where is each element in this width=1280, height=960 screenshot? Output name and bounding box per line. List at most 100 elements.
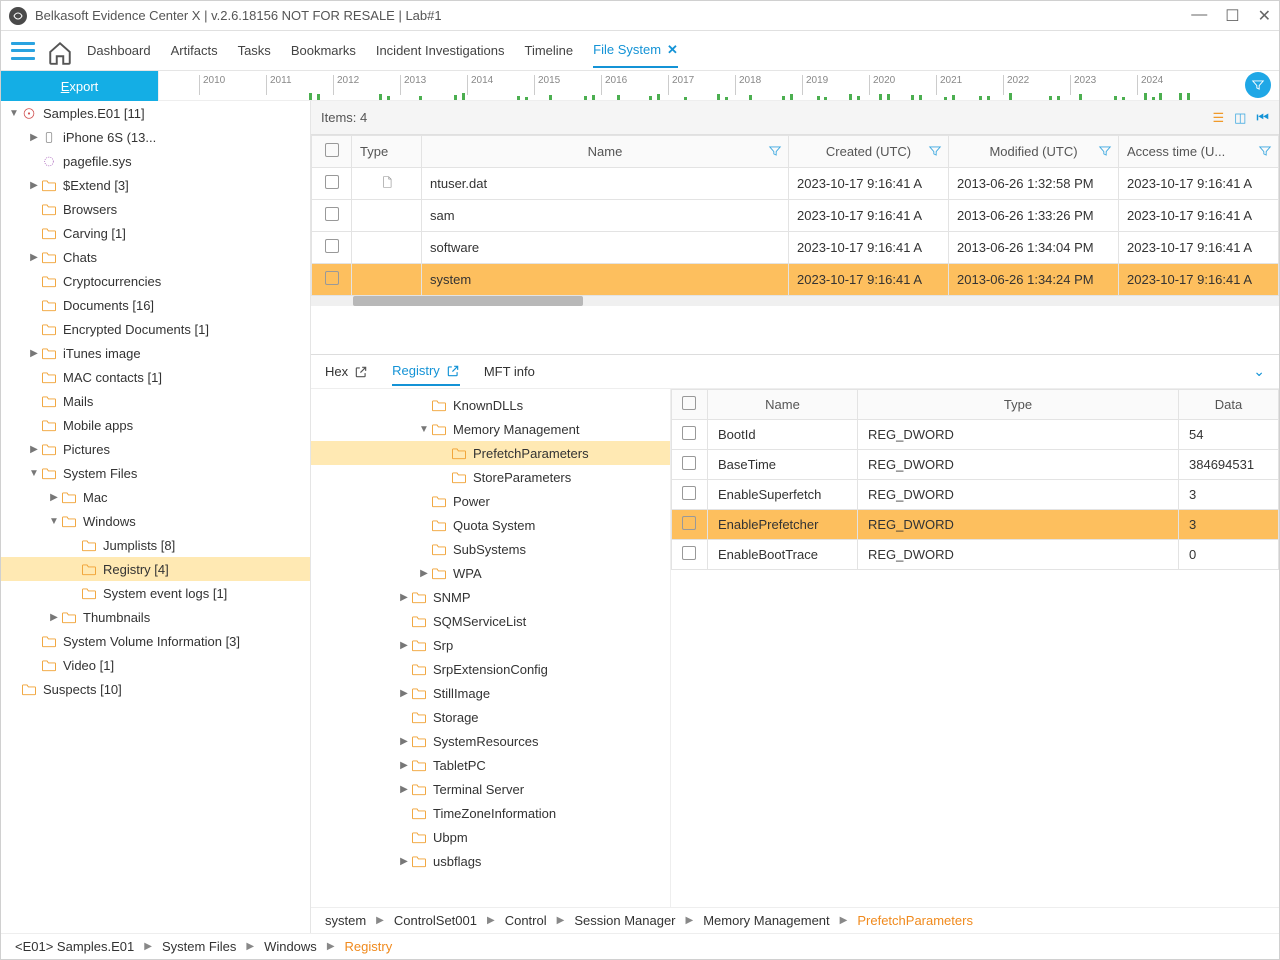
collapse-panel-icon[interactable]: ⏮ (1256, 109, 1269, 126)
tree-svi[interactable]: System Volume Information [3] (1, 629, 310, 653)
tree-browsers[interactable]: Browsers (1, 197, 310, 221)
home-icon[interactable] (47, 40, 73, 62)
tree-mails[interactable]: Mails (1, 389, 310, 413)
reg-subsys[interactable]: SubSystems (311, 537, 670, 561)
tree-itunesimg[interactable]: ▶iTunes image (1, 341, 310, 365)
tree-mobile[interactable]: Mobile apps (1, 413, 310, 437)
registry-tree[interactable]: KnownDLLs▼Memory ManagementPrefetchParam… (311, 389, 671, 907)
breadcrumb-item[interactable]: ControlSet001 (394, 913, 477, 928)
row-checkbox[interactable] (325, 239, 339, 253)
maximize-button[interactable]: ☐ (1225, 6, 1239, 26)
col-modified[interactable]: Modified (UTC) (949, 136, 1119, 168)
file-row[interactable]: software2023-10-17 9:16:41 A2013-06-26 1… (312, 232, 1279, 264)
timeline-chart[interactable]: 2010201120122013201420152016201720182019… (158, 71, 1237, 100)
breadcrumb-item[interactable]: Windows (264, 939, 317, 954)
tree-crypto[interactable]: Cryptocurrencies (1, 269, 310, 293)
export-button[interactable]: Export (1, 71, 158, 101)
tree-chats[interactable]: ▶Chats (1, 245, 310, 269)
reg-value-row[interactable]: BaseTimeREG_DWORD384694531 (672, 450, 1279, 480)
reg-storage[interactable]: Storage (311, 705, 670, 729)
reg-memmgmt[interactable]: ▼Memory Management (311, 417, 670, 441)
reg-snmp[interactable]: ▶SNMP (311, 585, 670, 609)
reg-usbflags[interactable]: ▶usbflags (311, 849, 670, 873)
registry-values-grid[interactable]: NameTypeDataBootIdREG_DWORD54BaseTimeREG… (671, 389, 1279, 570)
col-type[interactable]: Type (858, 390, 1179, 420)
row-checkbox[interactable] (325, 175, 339, 189)
row-checkbox[interactable] (682, 426, 696, 440)
reg-wpa[interactable]: ▶WPA (311, 561, 670, 585)
detail-tab-registry[interactable]: Registry (392, 357, 460, 386)
panel-view-icon[interactable]: ◫ (1234, 110, 1246, 126)
filter-icon[interactable] (1258, 144, 1272, 161)
minimize-button[interactable]: — (1191, 6, 1207, 26)
tab-filesystem[interactable]: File System✕ (593, 34, 678, 68)
row-checkbox[interactable] (682, 486, 696, 500)
reg-value-row[interactable]: BootIdREG_DWORD54 (672, 420, 1279, 450)
reg-value-row[interactable]: EnableSuperfetchREG_DWORD3 (672, 480, 1279, 510)
row-checkbox[interactable] (682, 516, 696, 530)
breadcrumb-item[interactable]: Control (505, 913, 547, 928)
tree-mac2[interactable]: ▶Mac (1, 485, 310, 509)
tab-dashboard[interactable]: Dashboard (87, 35, 151, 66)
tab-artifacts[interactable]: Artifacts (171, 35, 218, 66)
reg-value-row[interactable]: EnableBootTraceREG_DWORD0 (672, 540, 1279, 570)
tree-windows[interactable]: ▼Windows (1, 509, 310, 533)
tree-itunes[interactable]: ▶ iPhone 6S (13... (1, 125, 310, 149)
file-row[interactable]: system2023-10-17 9:16:41 A2013-06-26 1:3… (312, 264, 1279, 296)
reg-srpext[interactable]: SrpExtensionConfig (311, 657, 670, 681)
tree-sysfiles[interactable]: ▼System Files (1, 461, 310, 485)
list-view-icon[interactable]: ☰ (1212, 110, 1224, 126)
tree-carving[interactable]: Carving [1] (1, 221, 310, 245)
tree-documents[interactable]: Documents [16] (1, 293, 310, 317)
select-all-checkbox[interactable] (325, 143, 339, 157)
filter-button[interactable] (1245, 72, 1271, 98)
expand-detail-icon[interactable]: ⌄ (1253, 363, 1265, 380)
folder-tree[interactable]: ▼ Samples.E01 [11]▶ iPhone 6S (13... pag… (1, 101, 311, 933)
select-all-checkbox[interactable] (682, 396, 696, 410)
popout-icon[interactable] (354, 365, 368, 379)
tree-pictures[interactable]: ▶Pictures (1, 437, 310, 461)
breadcrumb-item[interactable]: system (325, 913, 366, 928)
file-row[interactable]: sam2023-10-17 9:16:41 A2013-06-26 1:33:2… (312, 200, 1279, 232)
tree-pagefile[interactable]: pagefile.sys (1, 149, 310, 173)
col-data[interactable]: Data (1179, 390, 1279, 420)
reg-still[interactable]: ▶StillImage (311, 681, 670, 705)
breadcrumb-item[interactable]: System Files (162, 939, 236, 954)
tree-mac[interactable]: MAC contacts [1] (1, 365, 310, 389)
col-type[interactable]: Type (352, 136, 422, 168)
breadcrumb-item[interactable]: <E01> Samples.E01 (15, 939, 134, 954)
reg-terminal[interactable]: ▶Terminal Server (311, 777, 670, 801)
tab-timeline[interactable]: Timeline (524, 35, 573, 66)
filter-icon[interactable] (1098, 144, 1112, 161)
tree-video[interactable]: Video [1] (1, 653, 310, 677)
detail-tab-hex[interactable]: Hex (325, 358, 368, 385)
col-name[interactable]: Name (708, 390, 858, 420)
horizontal-scrollbar[interactable] (311, 296, 1279, 306)
reg-tz[interactable]: TimeZoneInformation (311, 801, 670, 825)
row-checkbox[interactable] (325, 271, 339, 285)
reg-power[interactable]: Power (311, 489, 670, 513)
tree-registry[interactable]: Registry [4] (1, 557, 310, 581)
col-created[interactable]: Created (UTC) (789, 136, 949, 168)
reg-ubpm[interactable]: Ubpm (311, 825, 670, 849)
tab-incident[interactable]: Incident Investigations (376, 35, 505, 66)
reg-value-row[interactable]: EnablePrefetcherREG_DWORD3 (672, 510, 1279, 540)
filter-icon[interactable] (768, 144, 782, 161)
reg-knowndlls[interactable]: KnownDLLs (311, 393, 670, 417)
row-checkbox[interactable] (325, 207, 339, 221)
tab-close-icon[interactable]: ✕ (667, 42, 678, 57)
breadcrumb-item[interactable]: Session Manager (574, 913, 675, 928)
row-checkbox[interactable] (682, 456, 696, 470)
popout-icon[interactable] (446, 364, 460, 378)
menu-icon[interactable] (9, 40, 37, 62)
file-row[interactable]: ntuser.dat2023-10-17 9:16:41 A2013-06-26… (312, 168, 1279, 200)
reg-srp[interactable]: ▶Srp (311, 633, 670, 657)
col-access[interactable]: Access time (U... (1119, 136, 1279, 168)
reg-store[interactable]: StoreParameters (311, 465, 670, 489)
reg-sysres[interactable]: ▶SystemResources (311, 729, 670, 753)
breadcrumb-item[interactable]: Memory Management (703, 913, 829, 928)
col-name[interactable]: Name (422, 136, 789, 168)
reg-sqm[interactable]: SQMServiceList (311, 609, 670, 633)
tab-bookmarks[interactable]: Bookmarks (291, 35, 356, 66)
detail-tab-mft[interactable]: MFT info (484, 358, 535, 385)
